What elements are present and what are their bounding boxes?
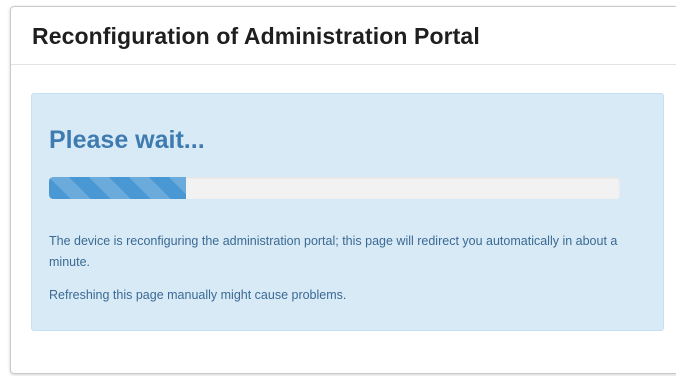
- info-alert: Please wait... The device is reconfiguri…: [31, 93, 664, 331]
- alert-heading: Please wait...: [49, 126, 205, 154]
- progress-bar: [49, 177, 187, 199]
- panel-title: Reconfiguration of Administration Portal: [32, 23, 480, 49]
- reconfiguration-panel: Reconfiguration of Administration Portal…: [10, 6, 676, 374]
- panel-header: Reconfiguration of Administration Portal: [11, 7, 676, 65]
- refresh-warning: Refreshing this page manually might caus…: [49, 288, 347, 302]
- redirect-message: The device is reconfiguring the administ…: [49, 234, 618, 269]
- progress-track: [49, 177, 620, 199]
